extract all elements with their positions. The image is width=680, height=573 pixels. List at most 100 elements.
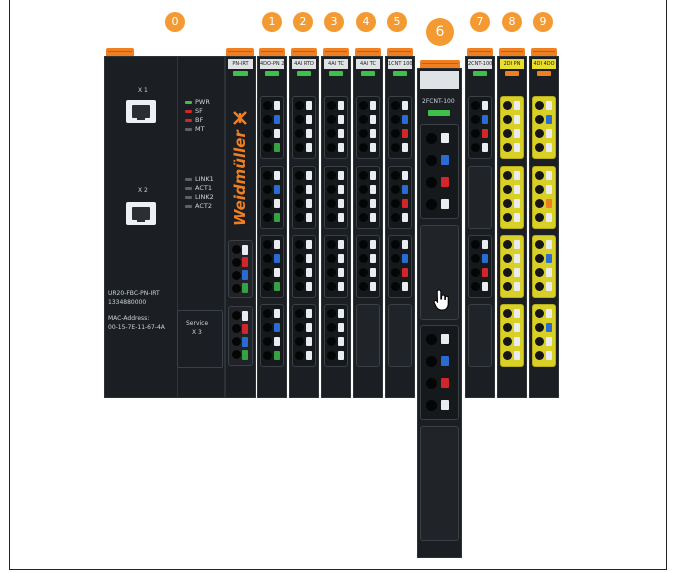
terminal-socket[interactable] (503, 351, 512, 360)
terminal-release[interactable] (274, 199, 280, 208)
terminal-socket[interactable] (391, 129, 400, 138)
terminal-release[interactable] (402, 240, 408, 249)
terminal-socket[interactable] (391, 101, 400, 110)
terminal-socket[interactable] (503, 143, 512, 152)
terminal-release[interactable] (514, 199, 520, 208)
module-badge-9[interactable]: 9 (533, 12, 553, 32)
terminal-release[interactable] (546, 240, 552, 249)
terminal-socket[interactable] (359, 143, 368, 152)
terminal-socket[interactable] (359, 282, 368, 291)
terminal-socket[interactable] (295, 323, 304, 332)
terminal-release[interactable] (306, 101, 312, 110)
terminal-release[interactable] (274, 185, 280, 194)
terminal-socket[interactable] (295, 351, 304, 360)
terminal-release[interactable] (514, 337, 520, 346)
terminal-socket[interactable] (503, 323, 512, 332)
terminal-socket[interactable] (327, 129, 336, 138)
terminal-release[interactable] (338, 254, 344, 263)
terminal-release[interactable] (370, 282, 376, 291)
terminal-release[interactable] (338, 129, 344, 138)
terminal-socket[interactable] (359, 268, 368, 277)
terminal-release[interactable] (370, 101, 376, 110)
terminal-socket[interactable] (471, 115, 480, 124)
terminal-socket[interactable] (295, 115, 304, 124)
terminal-socket[interactable] (535, 199, 544, 208)
terminal-release[interactable] (370, 240, 376, 249)
terminal-release[interactable] (306, 199, 312, 208)
terminal-socket[interactable] (535, 143, 544, 152)
terminal-socket[interactable] (295, 282, 304, 291)
terminal-socket[interactable] (503, 337, 512, 346)
terminal-release[interactable] (306, 185, 312, 194)
terminal-release[interactable] (306, 282, 312, 291)
terminal-socket[interactable] (503, 199, 512, 208)
terminal-socket[interactable] (359, 115, 368, 124)
terminal-socket[interactable] (295, 129, 304, 138)
terminal-release[interactable] (370, 143, 376, 152)
terminal-socket[interactable] (263, 185, 272, 194)
terminal-socket[interactable] (359, 240, 368, 249)
terminal-socket[interactable] (263, 351, 272, 360)
terminal-socket[interactable] (327, 115, 336, 124)
terminal-socket[interactable] (295, 171, 304, 180)
terminal-release[interactable] (482, 240, 488, 249)
terminal-release[interactable] (546, 115, 552, 124)
terminal-socket[interactable] (327, 268, 336, 277)
module-badge-0[interactable]: 0 (165, 12, 185, 32)
terminal-release[interactable] (546, 309, 552, 318)
terminal-release[interactable] (274, 171, 280, 180)
terminal-release[interactable] (338, 101, 344, 110)
terminal-release[interactable] (514, 171, 520, 180)
terminal-release[interactable] (402, 115, 408, 124)
terminal-release[interactable] (338, 213, 344, 222)
terminal-release[interactable] (306, 129, 312, 138)
terminal-socket[interactable] (295, 199, 304, 208)
terminal-socket[interactable] (359, 213, 368, 222)
terminal-socket[interactable] (263, 323, 272, 332)
terminal-socket[interactable] (503, 282, 512, 291)
terminal-socket[interactable] (391, 268, 400, 277)
terminal-socket[interactable] (535, 171, 544, 180)
terminal-release[interactable] (482, 129, 488, 138)
module-badge-8[interactable]: 8 (502, 12, 522, 32)
terminal-socket[interactable] (503, 254, 512, 263)
module-badge-4[interactable]: 4 (356, 12, 376, 32)
terminal-socket[interactable] (263, 101, 272, 110)
terminal-release[interactable] (338, 351, 344, 360)
terminal-release[interactable] (306, 143, 312, 152)
terminal-socket[interactable] (503, 240, 512, 249)
terminal-socket[interactable] (503, 213, 512, 222)
terminal-release[interactable] (274, 268, 280, 277)
terminal-release[interactable] (402, 171, 408, 180)
terminal-release[interactable] (306, 351, 312, 360)
terminal-release[interactable] (514, 115, 520, 124)
service-port[interactable] (177, 310, 223, 368)
terminal-release[interactable] (370, 171, 376, 180)
terminal-socket[interactable] (503, 309, 512, 318)
terminal-socket[interactable] (327, 351, 336, 360)
terminal-release[interactable] (306, 323, 312, 332)
terminal-socket[interactable] (471, 101, 480, 110)
terminal-release[interactable] (370, 199, 376, 208)
terminal-release[interactable] (546, 185, 552, 194)
terminal-release[interactable] (482, 115, 488, 124)
terminal-release[interactable] (370, 254, 376, 263)
terminal-release[interactable] (338, 240, 344, 249)
terminal-socket[interactable] (263, 171, 272, 180)
terminal-socket[interactable] (503, 129, 512, 138)
terminal-release[interactable] (402, 185, 408, 194)
terminal-release[interactable] (274, 351, 280, 360)
terminal-release[interactable] (402, 143, 408, 152)
terminal-socket[interactable] (327, 309, 336, 318)
terminal-release[interactable] (338, 309, 344, 318)
terminal-release[interactable] (546, 351, 552, 360)
terminal-release[interactable] (546, 171, 552, 180)
terminal-socket[interactable] (535, 309, 544, 318)
terminal-release[interactable] (338, 268, 344, 277)
terminal-release[interactable] (274, 143, 280, 152)
ethernet-port-x2[interactable] (126, 202, 156, 225)
terminal-release[interactable] (514, 351, 520, 360)
terminal-socket[interactable] (263, 129, 272, 138)
terminal-release[interactable] (482, 254, 488, 263)
terminal-socket[interactable] (295, 268, 304, 277)
